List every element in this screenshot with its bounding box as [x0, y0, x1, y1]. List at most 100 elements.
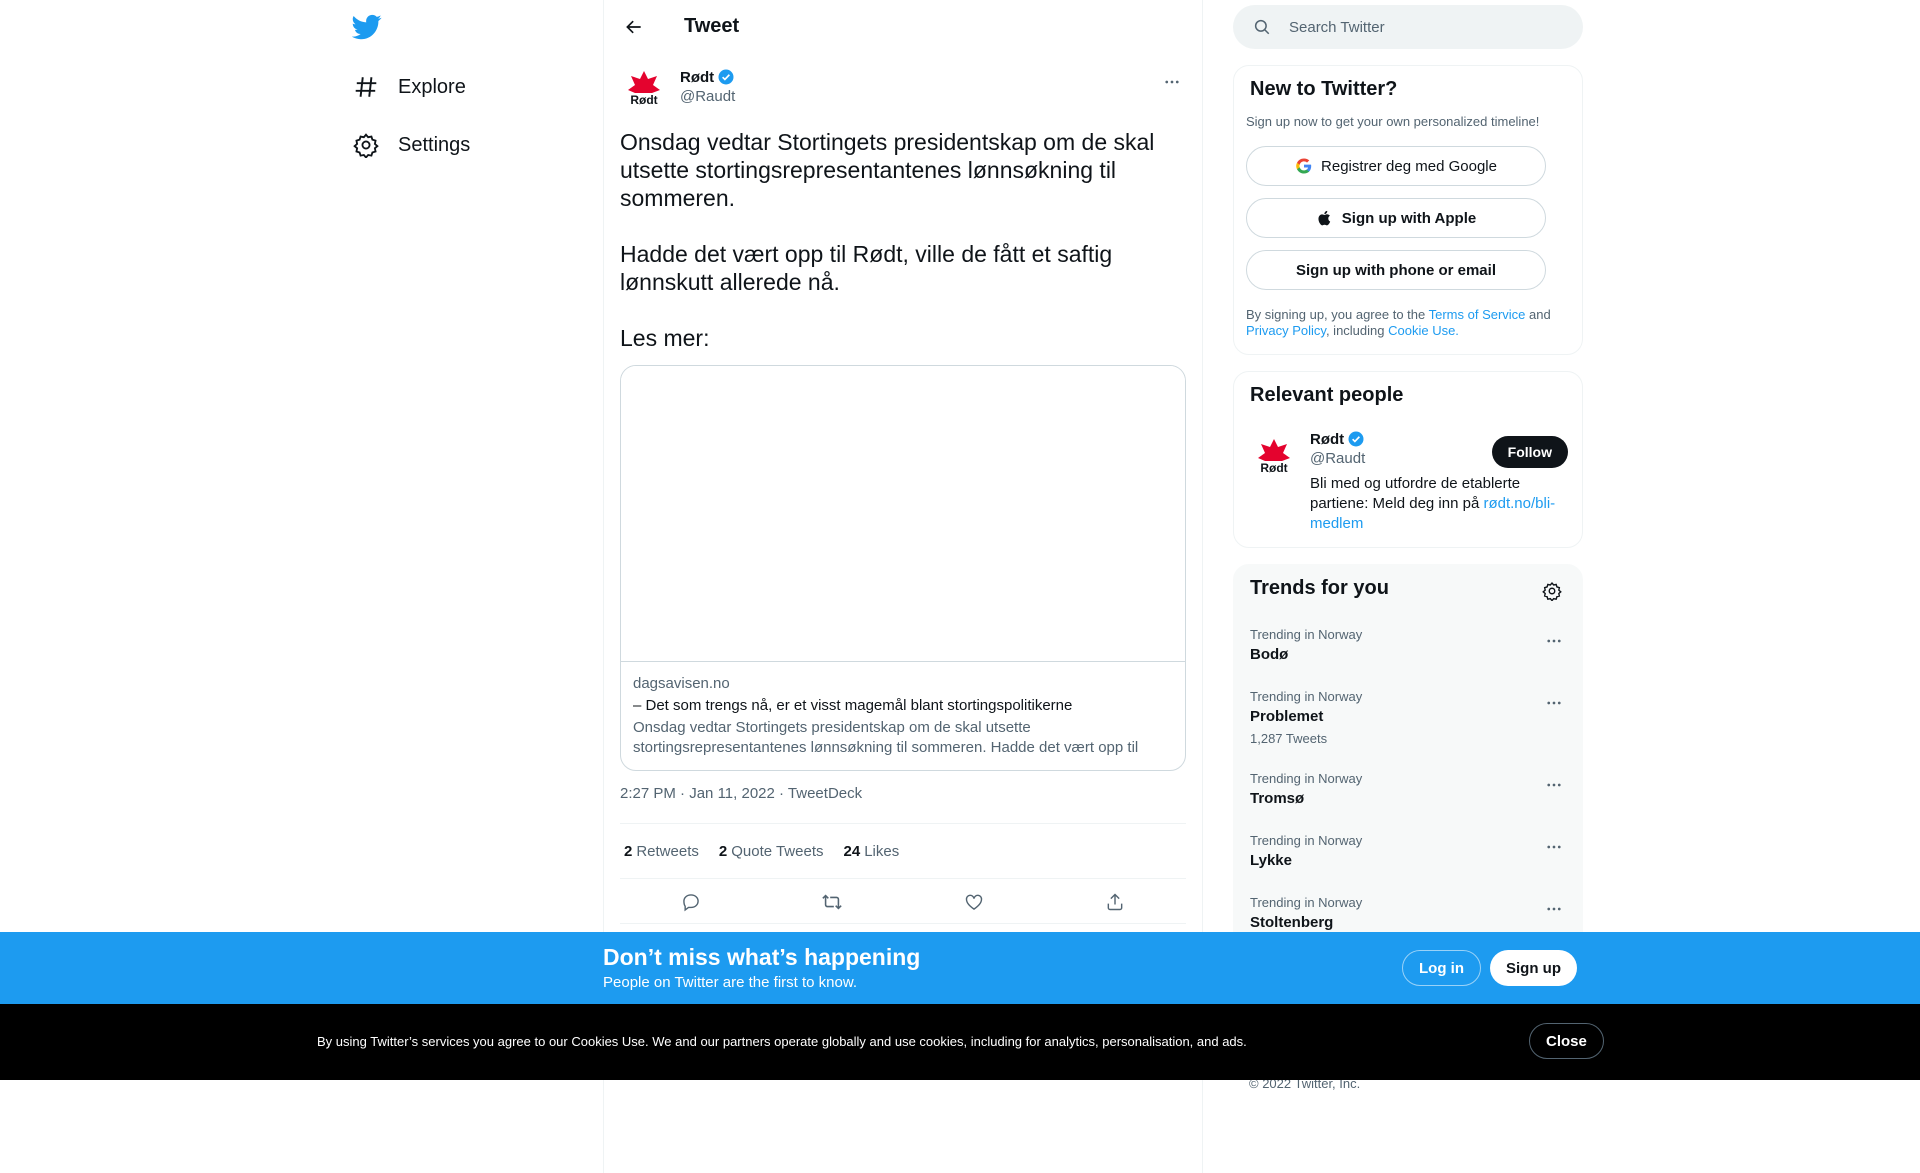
quote-tweets-label: Quote Tweets — [731, 842, 824, 860]
signup-panel-subtitle: Sign up now to get your own personalized… — [1246, 114, 1540, 129]
trend-name: Problemet — [1250, 708, 1324, 725]
back-arrow-icon[interactable] — [616, 9, 652, 45]
trends-title: Trends for you — [1250, 577, 1389, 599]
like-icon[interactable] — [956, 884, 992, 920]
search-input[interactable] — [1289, 18, 1549, 36]
trends-settings-gear-icon[interactable] — [1538, 577, 1566, 605]
gear-icon — [352, 131, 380, 159]
trend-category: Trending in Norway — [1250, 895, 1363, 910]
more-options-icon[interactable] — [1540, 771, 1568, 799]
cookie-banner-text: By using Twitter’s services you agree to… — [317, 1034, 1247, 1049]
retweets-count: 2 — [624, 842, 633, 860]
tweet-paragraph: Les mer: — [620, 325, 710, 351]
privacy-policy-link[interactable]: Privacy Policy — [1246, 323, 1326, 338]
tweet-date[interactable]: Jan 11, 2022 — [689, 785, 775, 802]
more-options-icon[interactable] — [1540, 833, 1568, 861]
nav-item-label: Explore — [398, 75, 466, 98]
more-options-icon[interactable] — [1158, 68, 1186, 96]
verified-badge-icon — [1347, 430, 1365, 448]
trend-category: Trending in Norway — [1250, 689, 1363, 704]
trend-name: Tromsø — [1250, 790, 1305, 807]
trend-name: Stoltenberg — [1250, 914, 1334, 931]
trends-panel: Trends for you Trending in Norway Bodø T… — [1233, 564, 1583, 954]
meta-separator: · — [675, 785, 690, 802]
trend-item[interactable]: Trending in Norway Tromsø — [1250, 771, 1568, 809]
follow-button[interactable]: Follow — [1491, 436, 1568, 468]
phone-email-signup-label: Sign up with phone or email — [1295, 261, 1496, 279]
person-handle[interactable]: @Raudt — [1310, 450, 1365, 467]
person-name-text: Rødt — [1310, 430, 1345, 448]
signup-panel-title: New to Twitter? — [1250, 78, 1398, 100]
signup-panel: New to Twitter? Sign up now to get your … — [1233, 65, 1583, 355]
tweet-text: Onsdag vedtar Stortingets presidentskap … — [620, 128, 1186, 380]
trend-item[interactable]: Trending in Norway Stoltenberg — [1250, 895, 1568, 933]
link-card[interactable]: dagsavisen.no – Det som trengs nå, er et… — [620, 365, 1186, 771]
quote-tweets-count: 2 — [718, 842, 728, 860]
signup-button[interactable]: Sign up — [1490, 950, 1577, 986]
signup-prompt-subtitle: People on Twitter are the first to know. — [603, 974, 858, 991]
retweet-icon[interactable] — [814, 884, 850, 920]
person-name[interactable]: Rødt — [1310, 430, 1365, 448]
quote-tweets-stat[interactable]: 2 Quote Tweets — [719, 843, 824, 860]
avatar[interactable]: Rødt — [620, 66, 668, 114]
cookie-close-button[interactable]: Close — [1529, 1023, 1604, 1059]
terms-text: , including — [1325, 323, 1389, 338]
trend-item[interactable]: Trending in Norway Problemet 1,287 Tweet… — [1250, 689, 1568, 747]
apple-signup-label: Sign up with Apple — [1341, 209, 1477, 227]
likes-count: 24 — [843, 842, 861, 860]
tweet-header: Tweet — [604, 0, 1202, 53]
trend-category: Trending in Norway — [1250, 627, 1363, 642]
apple-signup-button[interactable]: Sign up with Apple — [1246, 198, 1546, 238]
more-options-icon[interactable] — [1540, 895, 1568, 923]
tweet-meta: 2:27 PM · Jan 11, 2022 · TweetDeck — [620, 785, 862, 802]
more-options-icon[interactable] — [1540, 627, 1568, 655]
trend-name: Lykke — [1250, 852, 1292, 869]
nav-item-settings[interactable]: Settings — [352, 119, 470, 171]
tweet-source[interactable]: TweetDeck — [788, 785, 862, 802]
terms-text: By signing up, you agree to the — [1246, 307, 1429, 322]
search-icon — [1253, 18, 1273, 36]
author-name[interactable]: Rødt — [680, 68, 735, 86]
trend-category: Trending in Norway — [1250, 833, 1363, 848]
twitter-logo-icon[interactable] — [352, 12, 384, 44]
link-card-title: – Det som trengs nå, er et visst magemål… — [633, 697, 1073, 714]
retweets-label: Retweets — [636, 842, 699, 860]
likes-label: Likes — [864, 842, 900, 860]
share-icon[interactable] — [1097, 884, 1133, 920]
login-button[interactable]: Log in — [1402, 950, 1481, 986]
cookie-use-link[interactable]: Cookie Use. — [1388, 323, 1459, 338]
avatar-text: Rødt — [630, 93, 657, 107]
google-logo-icon — [1295, 157, 1313, 175]
author-name-text: Rødt — [680, 68, 715, 86]
reply-icon[interactable] — [673, 884, 709, 920]
signup-prompt-bar: Don’t miss what’s happening People on Tw… — [0, 932, 1920, 1004]
google-signup-button[interactable]: Registrer deg med Google — [1246, 146, 1546, 186]
link-card-body: dagsavisen.no – Det som trengs nå, er et… — [633, 674, 1173, 758]
tweet-paragraph: Hadde det vært opp til Rødt, ville de få… — [620, 241, 1113, 295]
phone-email-signup-button[interactable]: Sign up with phone or email — [1246, 250, 1546, 290]
terms-text: and — [1525, 307, 1551, 322]
retweets-stat[interactable]: 2 Retweets — [624, 843, 699, 860]
tweet-actions — [620, 880, 1186, 924]
avatar[interactable]: Rødt — [1250, 434, 1298, 482]
google-signup-label: Registrer deg med Google — [1321, 157, 1497, 175]
trend-item[interactable]: Trending in Norway Lykke — [1250, 833, 1568, 871]
author-handle[interactable]: @Raudt — [680, 88, 735, 105]
cookie-banner: By using Twitter’s services you agree to… — [0, 1004, 1920, 1080]
likes-stat[interactable]: 24 Likes — [844, 843, 900, 860]
link-card-image[interactable] — [621, 366, 1185, 662]
page-title: Tweet — [684, 15, 740, 37]
tweet-time[interactable]: 2:27 PM — [620, 785, 676, 802]
trend-name: Bodø — [1250, 646, 1289, 663]
nav-item-explore[interactable]: Explore — [352, 61, 466, 113]
signup-terms: By signing up, you agree to the Terms of… — [1246, 307, 1566, 339]
terms-of-service-link[interactable]: Terms of Service — [1429, 307, 1526, 322]
avatar-text: Rødt — [1260, 461, 1287, 475]
signup-prompt-title: Don’t miss what’s happening — [603, 944, 921, 970]
link-card-domain: dagsavisen.no — [633, 675, 730, 692]
search-bar[interactable] — [1233, 5, 1583, 49]
trend-item[interactable]: Trending in Norway Bodø — [1250, 627, 1568, 665]
more-options-icon[interactable] — [1540, 689, 1568, 717]
person-bio: Bli med og utfordre de etablerte partien… — [1310, 474, 1568, 534]
link-card-description: Onsdag vedtar Stortingets presidentskap … — [633, 719, 1139, 756]
